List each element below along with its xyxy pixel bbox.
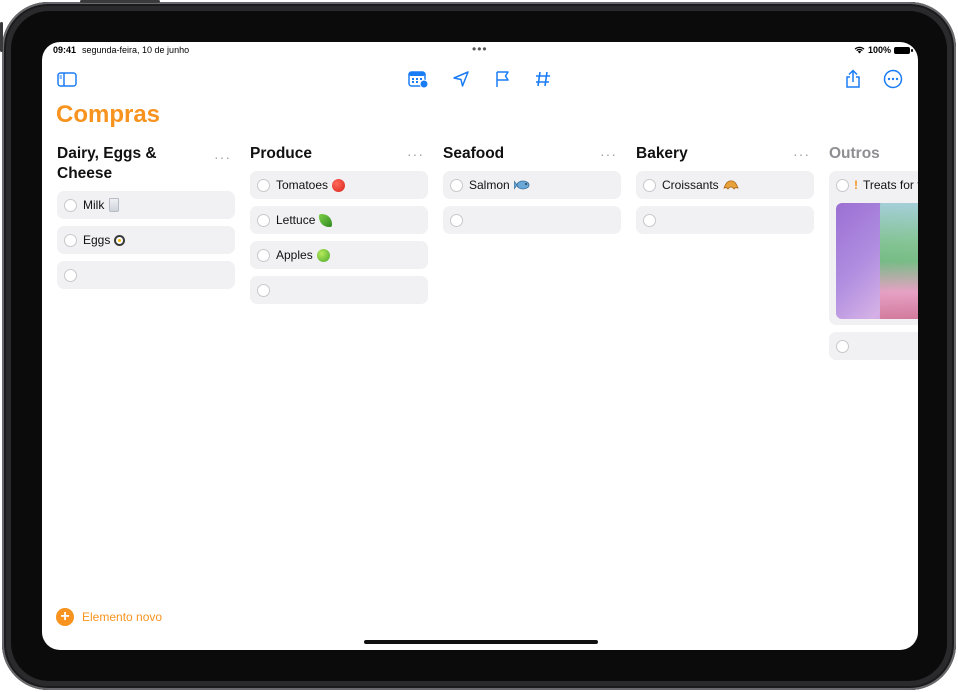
checkbox-circle[interactable]: [450, 213, 463, 227]
status-time: 09:41: [53, 45, 77, 55]
checkbox-circle[interactable]: [257, 283, 270, 297]
top-button: [80, 0, 160, 3]
list-item[interactable]: Salmon: [443, 171, 621, 199]
status-date: segunda-feira, 10 de junho: [82, 45, 190, 55]
battery-icon: [894, 46, 913, 54]
list-item[interactable]: Eggs: [57, 226, 235, 254]
plus-circle-icon: +: [56, 608, 74, 626]
section-title: Bakery: [636, 145, 688, 162]
section-seafood: Seafood ··· Salmon: [443, 144, 621, 234]
section-more-button[interactable]: ···: [214, 147, 231, 167]
flag-icon[interactable]: [492, 68, 514, 90]
checkbox-circle[interactable]: [257, 178, 270, 192]
list-item-empty[interactable]: [829, 332, 918, 360]
status-right: 100%: [854, 45, 913, 55]
checkbox-circle[interactable]: [257, 213, 270, 227]
section-title: Dairy, Eggs & Cheese: [57, 145, 157, 182]
share-icon[interactable]: [842, 68, 864, 90]
list-item[interactable]: Milk: [57, 191, 235, 219]
list-item[interactable]: Lettuce: [250, 206, 428, 234]
section-more-button[interactable]: ···: [600, 144, 617, 164]
item-text[interactable]: Tomatoes: [276, 178, 328, 192]
home-indicator[interactable]: [364, 640, 598, 644]
list-title: Compras: [56, 101, 161, 128]
status-bar: 09:41 segunda-feira, 10 de junho ••• 100…: [42, 42, 918, 60]
croissant-icon: [723, 179, 739, 190]
section-header[interactable]: Seafood ···: [443, 144, 621, 164]
tomato-icon: [332, 178, 346, 192]
list-item-empty[interactable]: [636, 206, 814, 234]
calendar-icon[interactable]: [407, 68, 429, 90]
checkbox-circle[interactable]: [836, 339, 849, 353]
item-text[interactable]: Salmon: [469, 178, 510, 192]
list-item[interactable]: Croissants: [636, 171, 814, 199]
checkbox-circle[interactable]: [64, 268, 77, 282]
section-title: Produce: [250, 145, 313, 162]
checkbox-circle[interactable]: [257, 248, 270, 262]
priority-indicator: !: [854, 178, 858, 192]
more-options-icon[interactable]: [882, 68, 904, 90]
section-outros: Outros ! Treats for t: [829, 144, 918, 360]
fried-egg-icon: [114, 234, 126, 246]
list-item-with-image[interactable]: ! Treats for t: [829, 171, 918, 325]
wifi-icon: [854, 46, 865, 54]
list-item-empty[interactable]: [250, 276, 428, 304]
battery-percent: 100%: [867, 45, 891, 55]
location-icon[interactable]: [450, 68, 472, 90]
item-text[interactable]: Croissants: [662, 178, 719, 192]
section-header[interactable]: Outros: [829, 144, 918, 164]
item-text[interactable]: Eggs: [83, 233, 110, 247]
section-title: Seafood: [443, 145, 505, 162]
list-item-empty[interactable]: [443, 206, 621, 234]
section-bakery: Bakery ··· Croissants: [636, 144, 814, 234]
app-screen: 09:41 segunda-feira, 10 de junho ••• 100…: [42, 42, 918, 650]
leafy-green-icon: [319, 213, 333, 227]
item-text[interactable]: Milk: [83, 198, 104, 212]
item-text[interactable]: Apples: [276, 248, 313, 262]
drink-glass-image: [880, 203, 918, 319]
checkbox-circle[interactable]: [836, 178, 849, 192]
item-text[interactable]: Treats for t: [863, 178, 918, 192]
item-text[interactable]: Lettuce: [276, 213, 315, 227]
sidebar-toggle-icon[interactable]: [56, 68, 78, 90]
list-item-empty[interactable]: [57, 261, 235, 289]
milk-glass-icon: [109, 198, 120, 212]
checkbox-circle[interactable]: [64, 233, 77, 247]
new-item-button[interactable]: + Elemento novo: [56, 608, 162, 626]
list-item[interactable]: Apples: [250, 241, 428, 269]
new-item-label: Elemento novo: [82, 610, 163, 624]
fish-icon: [513, 180, 530, 190]
checkbox-circle[interactable]: [643, 178, 656, 192]
checkbox-circle[interactable]: [643, 213, 656, 227]
item-image-attachment[interactable]: [836, 203, 918, 319]
multitasking-dots[interactable]: •••: [472, 42, 488, 56]
section-more-button[interactable]: ···: [793, 144, 810, 164]
section-dairy: Dairy, Eggs & Cheese ··· Milk Eggs: [57, 144, 235, 289]
section-title: Outros: [829, 145, 880, 162]
section-header[interactable]: Bakery ···: [636, 144, 814, 164]
section-header[interactable]: Dairy, Eggs & Cheese ···: [57, 144, 235, 184]
checkbox-circle[interactable]: [450, 178, 463, 192]
section-produce: Produce ··· Tomatoes Lettuce Apples: [250, 144, 428, 304]
green-apple-icon: [316, 248, 330, 262]
tag-hash-icon[interactable]: [532, 68, 554, 90]
section-header[interactable]: Produce ···: [250, 144, 428, 164]
checkbox-circle[interactable]: [64, 198, 77, 212]
section-more-button[interactable]: ···: [407, 144, 424, 164]
list-item[interactable]: Tomatoes: [250, 171, 428, 199]
volume-button: [0, 22, 3, 52]
